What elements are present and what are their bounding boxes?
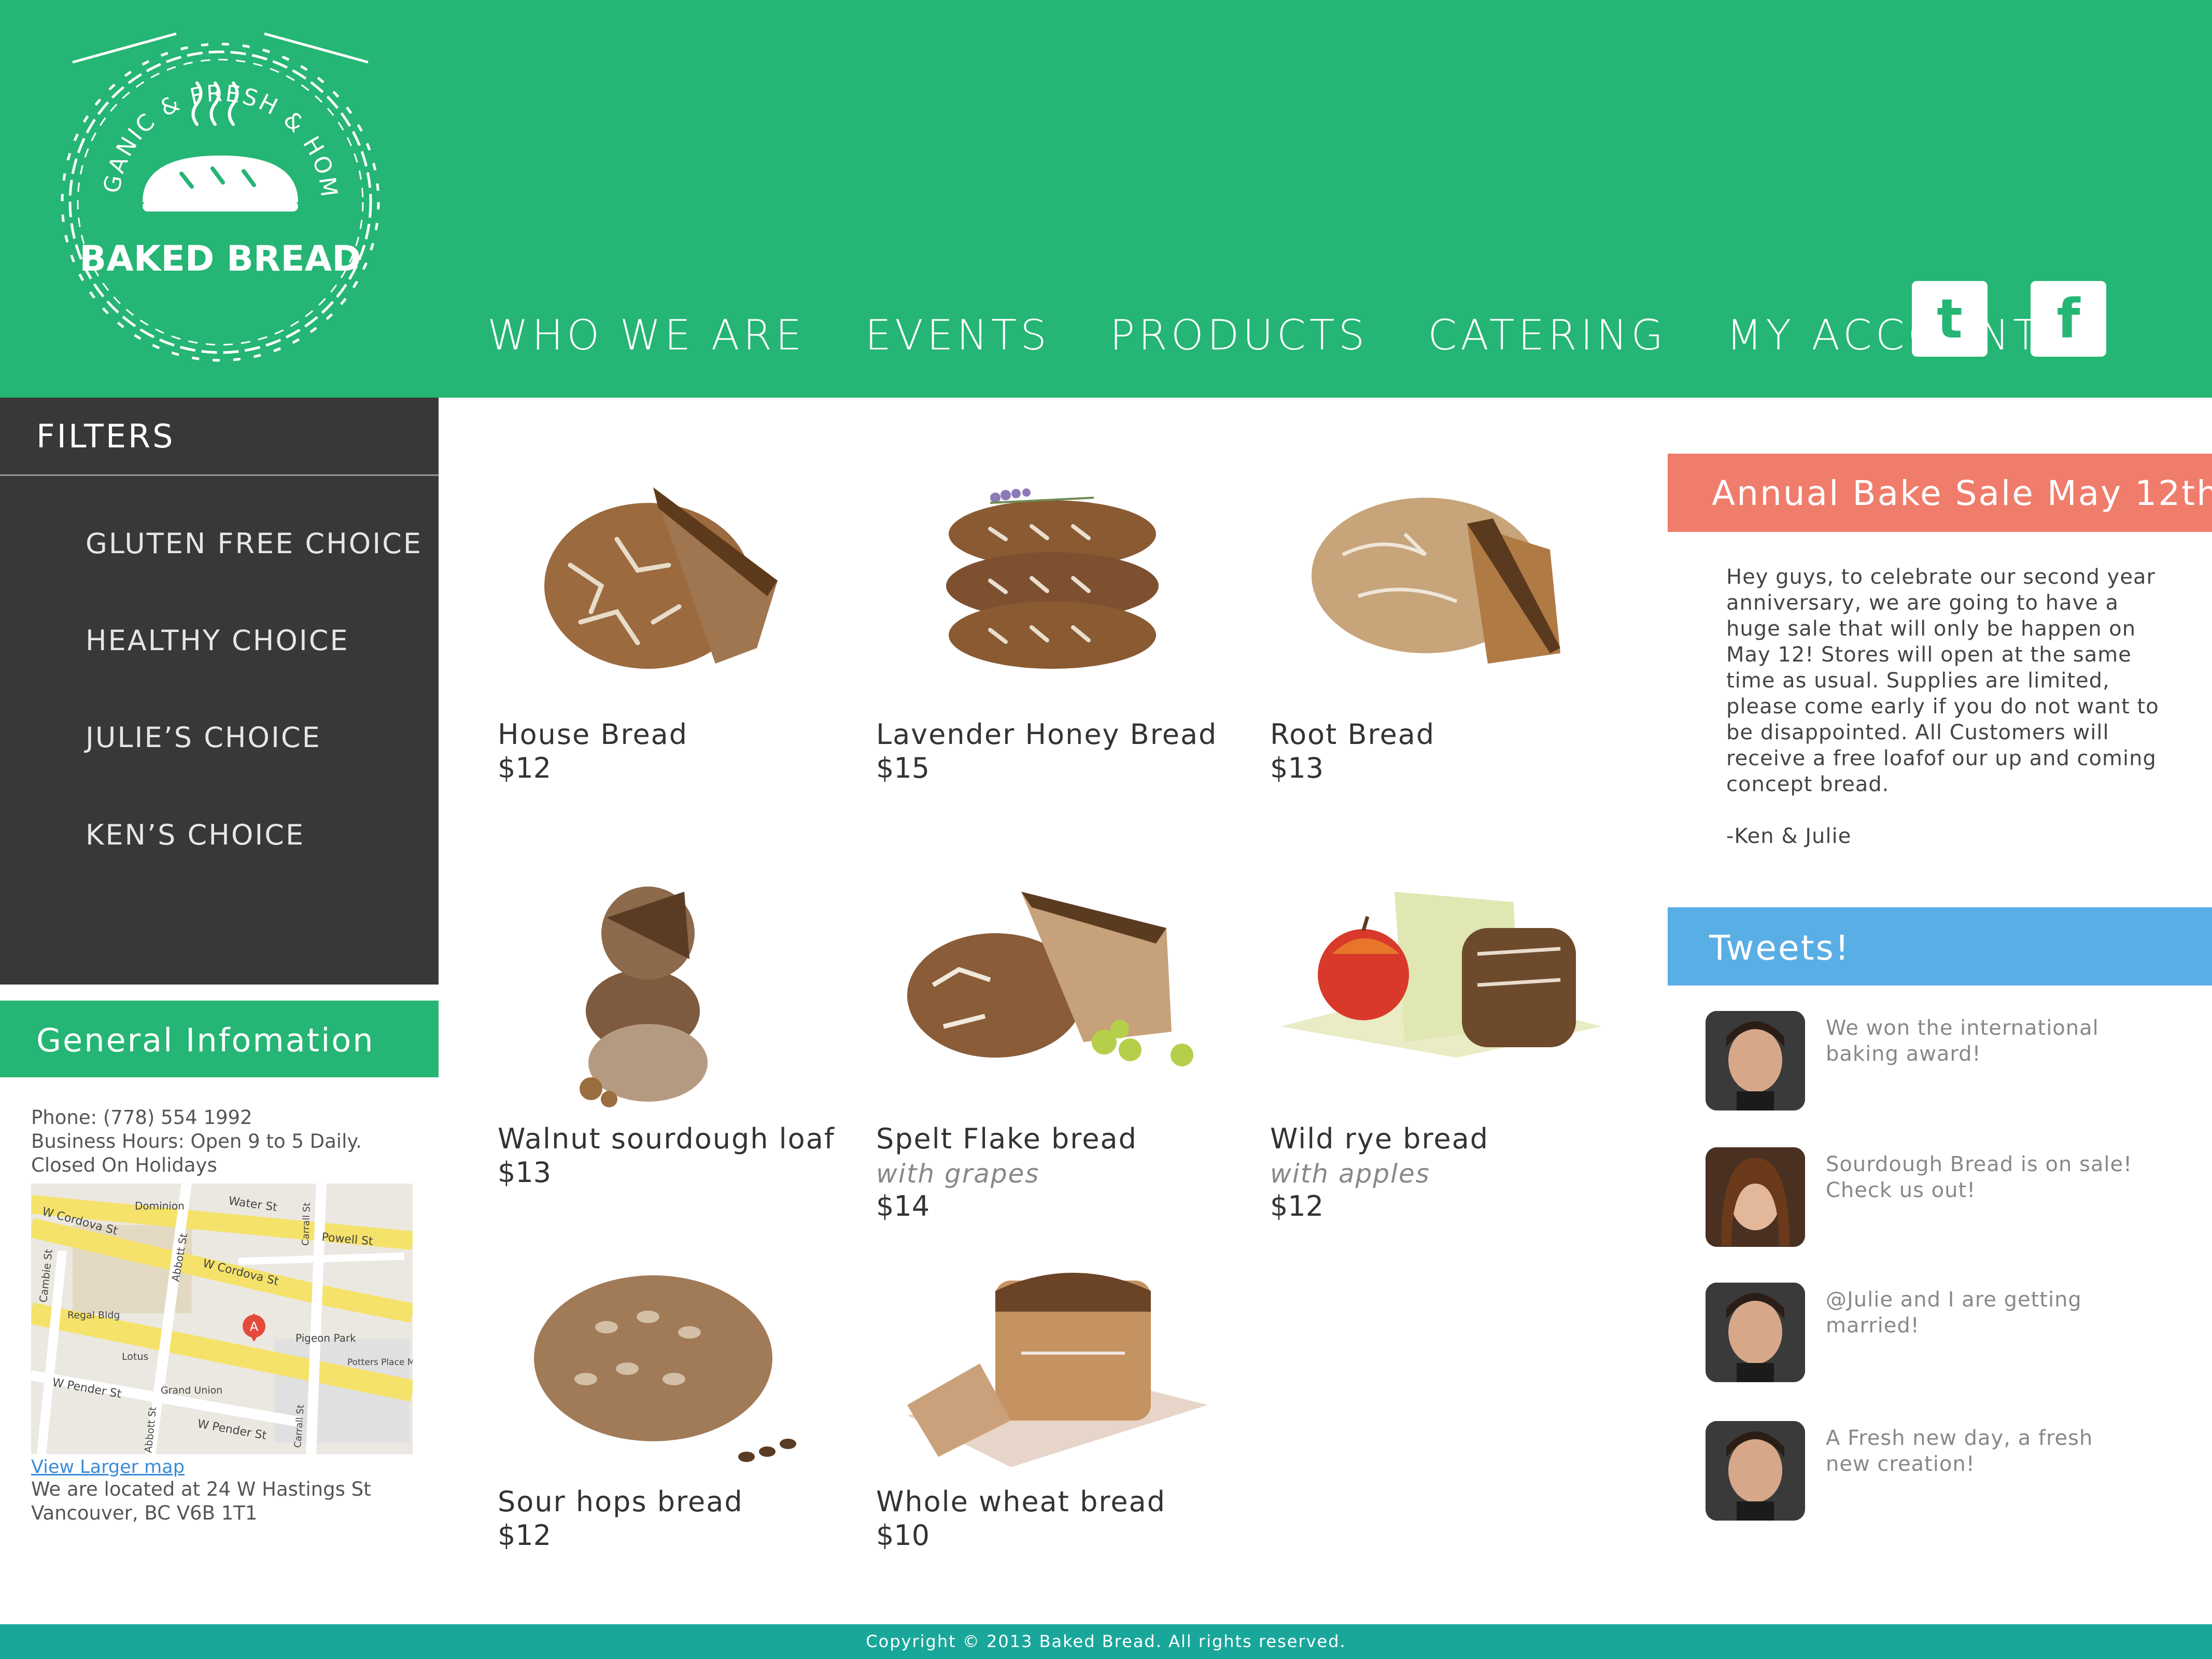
twitter-icon: t — [1937, 287, 1963, 350]
svg-text:Grand Union: Grand Union — [161, 1385, 222, 1396]
announcement-header: Annual Bake Sale May 12th — [1668, 454, 2212, 532]
product-price: $14 — [876, 1190, 930, 1222]
house-bread-image — [544, 487, 778, 669]
product-price: $12 — [498, 1519, 552, 1552]
tweets-title: Tweets! — [1709, 928, 1851, 968]
site-footer: Copyright © 2013 Baked Bread. All rights… — [0, 1624, 2212, 1659]
product-price: $13 — [1270, 752, 1324, 784]
svg-text:Pigeon Park: Pigeon Park — [295, 1332, 356, 1344]
baked-bread-logo[interactable]: ORGANIC & FRESH & HOMEY BAKED BREAD — [52, 31, 389, 368]
business-hours: Business Hours: Open 9 to 5 Daily. — [31, 1130, 362, 1152]
svg-text:A: A — [250, 1319, 259, 1334]
avatar[interactable] — [1706, 1421, 1805, 1521]
announcement-signature: -Ken & Julie — [1726, 824, 1852, 848]
announcement-title: Annual Bake Sale May 12th — [1712, 473, 2212, 513]
nav-events[interactable]: EVENTS — [865, 311, 1050, 359]
general-info-title: General Infomation — [36, 1021, 375, 1059]
svg-text:Dominion: Dominion — [135, 1200, 185, 1212]
product-name: Whole wheat bread — [876, 1485, 1166, 1518]
tweet-text: We won the international baking award! — [1826, 1016, 2099, 1066]
product-name: Spelt Flake bread — [876, 1122, 1137, 1155]
nav-products[interactable]: PRODUCTS — [1110, 311, 1368, 359]
nav-catering[interactable]: CATERING — [1428, 311, 1667, 359]
svg-text:Carrall St: Carrall St — [300, 1202, 313, 1246]
filters-divider — [0, 474, 439, 476]
product-name: Root Bread — [1270, 718, 1435, 751]
copyright-text: Copyright © 2013 Baked Bread. All rights… — [866, 1632, 1346, 1651]
filter-julies-choice[interactable]: JULIE’S CHOICE — [86, 721, 321, 754]
avatar[interactable] — [1706, 1283, 1805, 1382]
tweet-text: Sourdough Bread is on sale! Check us out… — [1826, 1152, 2133, 1202]
phone-number: Phone: (778) 554 1992 — [31, 1106, 252, 1129]
walnut-sourdough-image — [580, 887, 708, 1107]
svg-text:Regal Bldg: Regal Bldg — [67, 1310, 120, 1321]
lavender-honey-bread-image — [946, 488, 1159, 669]
spelt-flake-bread-image — [907, 892, 1193, 1066]
filters-panel: FILTERS GLUTEN FREE CHOICE HEALTHY CHOIC… — [0, 398, 439, 985]
product-name: Wild rye bread — [1270, 1122, 1489, 1155]
sour-hops-bread-image — [534, 1275, 796, 1462]
product-price: $15 — [876, 752, 930, 784]
filter-gluten-free[interactable]: GLUTEN FREE CHOICE — [86, 527, 422, 560]
product-price: $13 — [498, 1156, 552, 1189]
map-graphic: Water St Dominion W Cordova St Powell St… — [31, 1184, 413, 1454]
announcement-body: Hey guys, to celebrate our second year a… — [1726, 565, 2159, 796]
svg-text:Potters Place Mission: Potters Place Mission — [347, 1357, 413, 1368]
nav-my-account[interactable]: MY ACCOUNT — [1726, 311, 2042, 359]
tweet-text: @Julie and I are getting married! — [1826, 1288, 2082, 1338]
product-price: $10 — [876, 1519, 930, 1552]
product-subtitle: with grapes — [876, 1159, 1040, 1189]
product-price: $12 — [498, 752, 552, 784]
view-larger-map-link[interactable]: View Larger map — [31, 1457, 185, 1478]
facebook-button[interactable]: f — [2031, 281, 2106, 357]
holiday-notice: Closed On Holidays — [31, 1154, 217, 1176]
location-map[interactable]: Water St Dominion W Cordova St Powell St… — [31, 1184, 413, 1454]
logo-brand-text: BAKED BREAD — [79, 238, 361, 279]
wild-rye-bread-image — [1280, 892, 1602, 1058]
avatar[interactable] — [1706, 1147, 1805, 1247]
address-line-1: We are located at 24 W Hastings St — [31, 1478, 371, 1500]
product-name: Walnut sourdough loaf — [498, 1122, 835, 1155]
twitter-button[interactable]: t — [1912, 281, 1988, 357]
svg-text:Lotus: Lotus — [122, 1351, 148, 1362]
tweets-header: Tweets! — [1668, 907, 2212, 986]
general-info-header: General Infomation — [0, 1001, 439, 1077]
facebook-icon: f — [2056, 287, 2080, 350]
filters-title: FILTERS — [36, 417, 175, 455]
root-bread-image — [1312, 498, 1560, 664]
product-name: House Bread — [498, 718, 688, 751]
address-line-2: Vancouver, BC V6B 1T1 — [31, 1502, 258, 1524]
site-header: ORGANIC & FRESH & HOMEY BAKED BREAD WHO … — [0, 0, 2212, 398]
product-name: Lavender Honey Bread — [876, 718, 1218, 751]
filter-healthy[interactable]: HEALTHY CHOICE — [86, 624, 349, 657]
product-price: $12 — [1270, 1190, 1324, 1222]
whole-wheat-bread-image — [907, 1273, 1208, 1467]
nav-who-we-are[interactable]: WHO WE ARE — [487, 311, 806, 359]
tweet-text: A Fresh new day, a fresh new creation! — [1826, 1426, 2093, 1476]
main-nav: WHO WE ARE EVENTS PRODUCTS CATERING MY A… — [487, 311, 2042, 359]
filter-kens-choice[interactable]: KEN’S CHOICE — [86, 819, 305, 851]
product-name: Sour hops bread — [498, 1485, 743, 1518]
avatar[interactable] — [1706, 1011, 1805, 1110]
product-subtitle: with apples — [1270, 1159, 1430, 1189]
